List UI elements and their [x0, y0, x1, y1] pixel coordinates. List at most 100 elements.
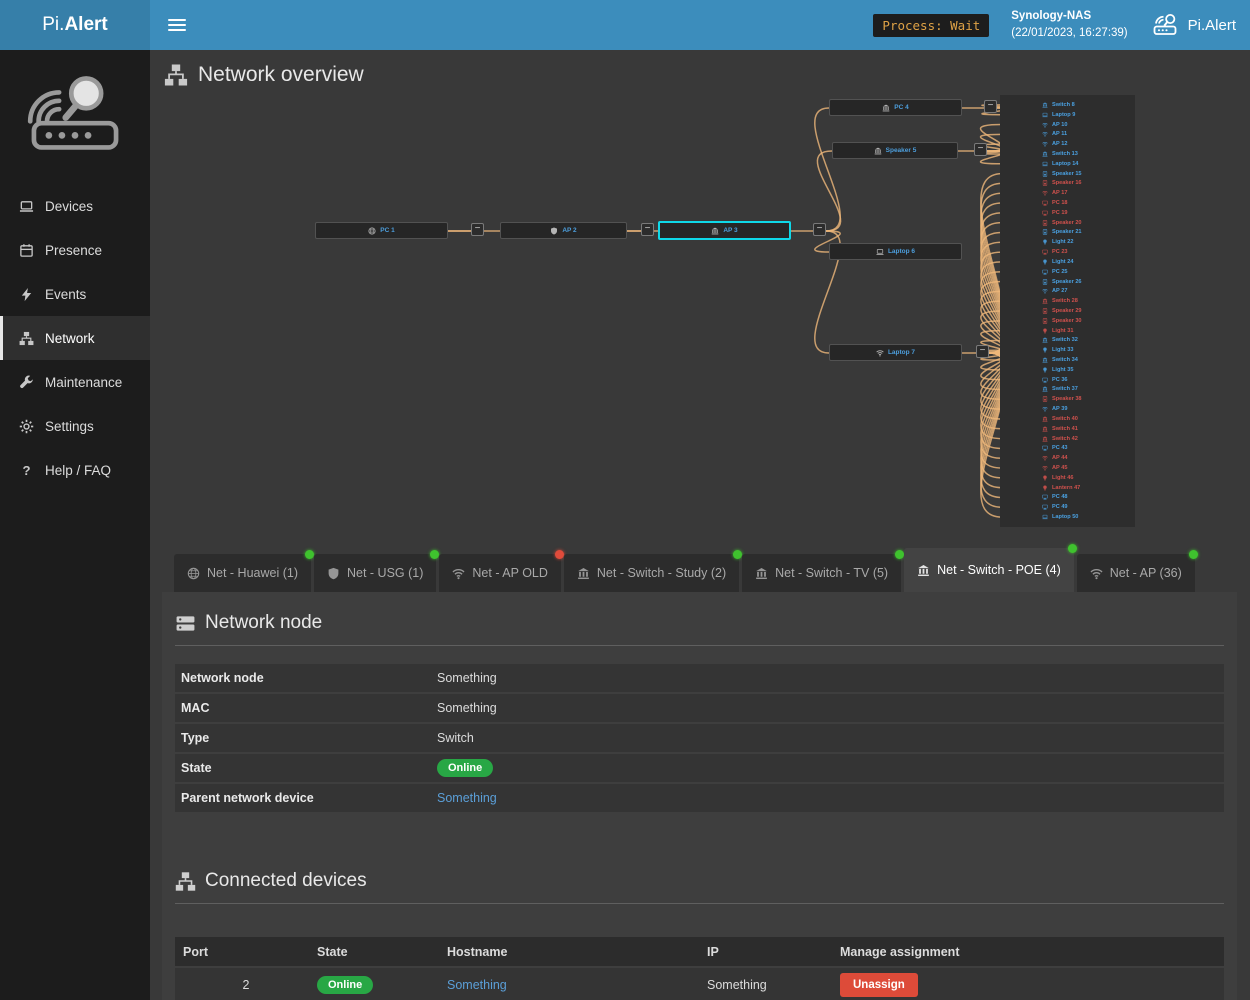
collapse-button[interactable]: −	[976, 345, 989, 358]
device-list-item[interactable]: PC 25	[1042, 267, 1131, 277]
tab-net-switch-poe[interactable]: Net - Switch - POE (4)	[904, 548, 1074, 592]
sidebar-item-presence[interactable]: Presence	[0, 228, 150, 272]
sidebar-item-devices[interactable]: Devices	[0, 184, 150, 228]
device-list-item[interactable]: Switch 34	[1042, 355, 1131, 365]
router-icon	[1150, 13, 1180, 37]
node-speaker-5[interactable]: Speaker 5	[832, 142, 958, 159]
device-list-item[interactable]: Switch 41	[1042, 424, 1131, 434]
device-list-item[interactable]: Speaker 38	[1042, 394, 1131, 404]
device-list-item[interactable]: Laptop 14	[1042, 159, 1131, 169]
table-row: State Online	[175, 754, 1224, 782]
device-list-item[interactable]: Light 24	[1042, 257, 1131, 267]
tab-net-switch-study[interactable]: Net - Switch - Study (2)	[564, 554, 739, 592]
device-list-item[interactable]: Switch 13	[1042, 149, 1131, 159]
device-list-item[interactable]: Laptop 9	[1042, 110, 1131, 120]
tab-net-huawei[interactable]: Net - Huawei (1)	[174, 554, 311, 592]
tab-net-usg[interactable]: Net - USG (1)	[314, 554, 436, 592]
sidebar-item-settings[interactable]: Settings	[0, 404, 150, 448]
node-label: PC 1	[380, 227, 394, 234]
node-ap-3[interactable]: AP 3	[658, 221, 791, 240]
device-list-item[interactable]: PC 36	[1042, 375, 1131, 385]
tab-label: Net - USG (1)	[347, 566, 423, 580]
row-label: Type	[175, 731, 437, 745]
unassign-button[interactable]: Unassign	[840, 973, 918, 997]
device-list-item[interactable]: PC 19	[1042, 208, 1131, 218]
navbar-brand: Pi.Alert	[1150, 13, 1236, 37]
collapse-button[interactable]: −	[974, 143, 987, 156]
collapse-button[interactable]: −	[471, 223, 484, 236]
device-list-item[interactable]: Speaker 15	[1042, 169, 1131, 179]
tab-net-switch-tv[interactable]: Net - Switch - TV (5)	[742, 554, 901, 592]
device-list-item[interactable]: Switch 8	[1042, 100, 1131, 110]
sidebar-item-help[interactable]: ? Help / FAQ	[0, 448, 150, 492]
device-list-item[interactable]: Lantern 47	[1042, 483, 1131, 493]
connected-devices-header: PortStateHostnameIPManage assignment	[175, 937, 1224, 966]
parent-device-link[interactable]: Something	[437, 791, 497, 805]
sidebar-toggle-button[interactable]	[168, 19, 186, 31]
app-logo[interactable]: Pi.Alert	[0, 0, 150, 50]
device-name: Laptop 50	[1052, 514, 1078, 520]
collapse-button[interactable]: −	[984, 100, 997, 113]
device-list-item[interactable]: Laptop 50	[1042, 512, 1131, 522]
device-list-item[interactable]: Speaker 16	[1042, 179, 1131, 189]
device-list-item[interactable]: Speaker 29	[1042, 306, 1131, 316]
device-list-item[interactable]: PC 23	[1042, 247, 1131, 257]
device-list-item[interactable]: Light 22	[1042, 237, 1131, 247]
hostname-link[interactable]: Something	[447, 978, 507, 992]
device-list-item[interactable]: Switch 32	[1042, 336, 1131, 346]
device-list-item[interactable]: PC 48	[1042, 493, 1131, 503]
device-list-item[interactable]: Light 31	[1042, 326, 1131, 336]
network-diagram: PC 1 AP 2 AP 3 PC 4 Speaker 5 Laptop 6 L…	[150, 90, 1250, 550]
device-list-item[interactable]: Light 35	[1042, 365, 1131, 375]
sidebar-item-events[interactable]: Events	[0, 272, 150, 316]
device-list-item[interactable]: AP 39	[1042, 404, 1131, 414]
device-list-item[interactable]: AP 12	[1042, 139, 1131, 149]
device-list-item[interactable]: Speaker 20	[1042, 218, 1131, 228]
device-list-item[interactable]: Speaker 30	[1042, 316, 1131, 326]
device-name: AP 39	[1052, 406, 1067, 412]
node-ap-2[interactable]: AP 2	[500, 222, 627, 239]
collapse-button[interactable]: −	[813, 223, 826, 236]
device-list-item[interactable]: AP 44	[1042, 453, 1131, 463]
device-list-item[interactable]: AP 11	[1042, 129, 1131, 139]
device-name: AP 10	[1052, 122, 1067, 128]
tab-net-ap[interactable]: Net - AP (36)	[1077, 554, 1195, 592]
tab-label: Net - AP (36)	[1110, 566, 1182, 580]
device-list-item[interactable]: Speaker 26	[1042, 277, 1131, 287]
wifi-icon	[452, 567, 465, 580]
device-list-item[interactable]: Speaker 21	[1042, 228, 1131, 238]
node-pc-4[interactable]: PC 4	[829, 99, 962, 116]
node-laptop-6[interactable]: Laptop 6	[829, 243, 962, 260]
tab-net-ap-old[interactable]: Net - AP OLD	[439, 554, 561, 592]
node-pc-1[interactable]: PC 1	[315, 222, 448, 239]
device-list-item[interactable]: Switch 28	[1042, 296, 1131, 306]
device-list-item[interactable]: PC 43	[1042, 443, 1131, 453]
collapse-button[interactable]: −	[641, 223, 654, 236]
node-laptop-7[interactable]: Laptop 7	[829, 344, 962, 361]
node-label: Speaker 5	[886, 147, 917, 154]
sidebar-item-network[interactable]: Network	[0, 316, 150, 360]
device-list-item[interactable]: Light 46	[1042, 473, 1131, 483]
device-list-item[interactable]: AP 45	[1042, 463, 1131, 473]
device-list-item[interactable]: Switch 37	[1042, 385, 1131, 395]
device-list-item[interactable]: PC 49	[1042, 502, 1131, 512]
tab-status-dot	[895, 550, 904, 559]
hub-icon	[882, 104, 890, 112]
device-list-item[interactable]: PC 18	[1042, 198, 1131, 208]
table-row: Parent network device Something	[175, 784, 1224, 812]
device-list-item[interactable]: AP 17	[1042, 188, 1131, 198]
device-list-item[interactable]: Switch 40	[1042, 414, 1131, 424]
device-list-item[interactable]: AP 27	[1042, 286, 1131, 296]
device-list-item[interactable]: Switch 42	[1042, 434, 1131, 444]
node-label: PC 4	[894, 104, 908, 111]
row-label: Parent network device	[175, 791, 437, 805]
device-list-item[interactable]: AP 10	[1042, 120, 1131, 130]
hostname-cell: Something	[447, 978, 707, 992]
wifi-icon	[1090, 567, 1103, 580]
shield-icon	[550, 227, 558, 235]
device-name: Light 22	[1052, 239, 1073, 245]
device-name: Speaker 26	[1052, 279, 1082, 285]
sidebar-item-maintenance[interactable]: Maintenance	[0, 360, 150, 404]
brand-text: Pi.Alert	[42, 14, 107, 36]
device-list-item[interactable]: Light 33	[1042, 345, 1131, 355]
